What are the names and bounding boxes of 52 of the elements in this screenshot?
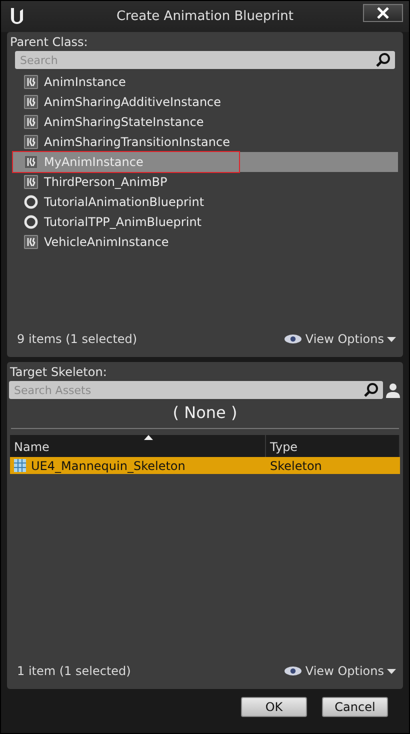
- search-icon[interactable]: [363, 382, 379, 398]
- sort-icon: [144, 435, 153, 440]
- current-asset: ( None ): [172, 402, 238, 424]
- search-field[interactable]: Search Assets: [9, 381, 383, 399]
- eye-icon: [284, 666, 302, 676]
- class-name: AnimSharingTransitionInstance: [44, 135, 230, 149]
- asset-type: Skeleton: [269, 458, 323, 474]
- class-name: AnimSharingStateInstance: [44, 115, 204, 129]
- class-name: MyAnimInstance: [44, 155, 144, 169]
- search-icon[interactable]: [375, 52, 391, 68]
- asset-name: UE4_Mannequin_Skeleton: [31, 458, 186, 472]
- section-label: Parent Class:: [9, 34, 89, 51]
- view-options-button[interactable]: View Options: [284, 332, 396, 346]
- ok-button[interactable]: OK: [241, 697, 307, 717]
- running-figure-icon: [24, 235, 38, 249]
- class-name: TutorialAnimationBlueprint: [44, 195, 204, 209]
- running-figure-icon: [24, 115, 38, 129]
- eye-icon: [284, 334, 302, 344]
- running-figure-icon: [24, 95, 38, 109]
- asset-row[interactable]: UE4_Mannequin_Skeleton Skeleton: [10, 457, 400, 474]
- ring-icon: [24, 195, 38, 209]
- search-field[interactable]: Search: [15, 51, 395, 69]
- person-icon[interactable]: [385, 381, 401, 399]
- item-count: 1 item (1 selected): [17, 664, 131, 678]
- caret-icon: [387, 668, 396, 674]
- close-button[interactable]: [363, 4, 403, 22]
- class-list-item[interactable]: ThirdPerson_AnimBP: [12, 172, 398, 192]
- grid-icon: [14, 459, 26, 472]
- class-list-item[interactable]: TutorialAnimationBlueprint: [12, 192, 398, 212]
- class-name: VehicleAnimInstance: [44, 235, 169, 249]
- running-figure-icon: [24, 155, 38, 169]
- class-list-item[interactable]: AnimInstance: [12, 72, 398, 92]
- class-name: AnimSharingAdditiveInstance: [44, 95, 222, 109]
- class-list-item[interactable]: AnimSharingAdditiveInstance: [12, 92, 398, 112]
- class-list-item[interactable]: AnimSharingStateInstance: [12, 112, 398, 132]
- ring-icon: [24, 215, 38, 229]
- class-name: TutorialTPP_AnimBlueprint: [44, 215, 202, 229]
- view-options-button[interactable]: View Options: [284, 664, 396, 678]
- item-count: 9 items (1 selected): [17, 332, 138, 346]
- class-name: AnimInstance: [44, 75, 126, 89]
- caret-icon: [387, 336, 396, 342]
- section-label: Target Skeleton:: [9, 364, 108, 381]
- class-list-item[interactable]: VehicleAnimInstance: [12, 232, 398, 252]
- class-list-item[interactable]: TutorialTPP_AnimBlueprint: [12, 212, 398, 232]
- class-name: ThirdPerson_AnimBP: [44, 175, 168, 189]
- running-figure-icon: [24, 75, 38, 89]
- cancel-button[interactable]: Cancel: [322, 697, 388, 717]
- running-figure-icon: [24, 175, 38, 189]
- running-figure-icon: [24, 135, 38, 149]
- close-icon: [377, 7, 389, 19]
- class-list-item[interactable]: AnimSharingTransitionInstance: [12, 132, 398, 152]
- window-title: Create Animation Blueprint: [115, 9, 295, 24]
